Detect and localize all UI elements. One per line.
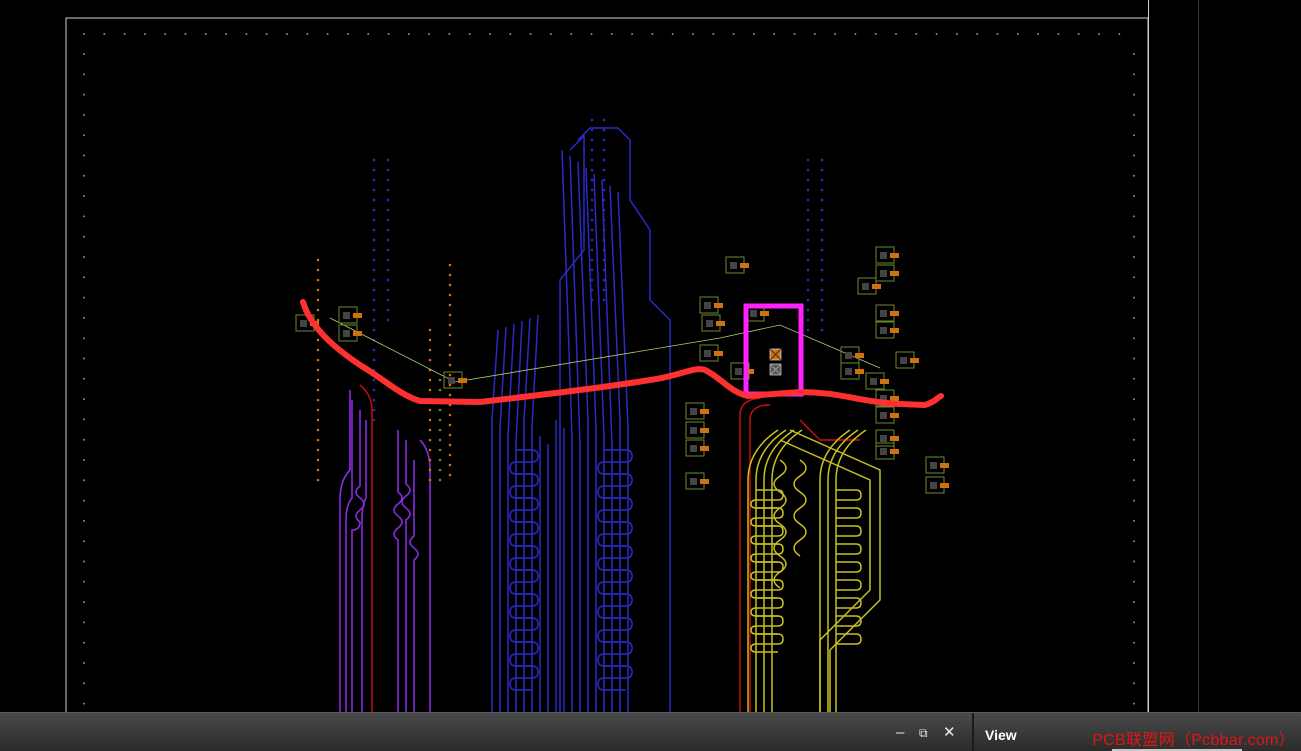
bottom-panel-bar: – ⧉ ✕ View PCB联盟网（Pcbbar.com）	[0, 712, 1301, 751]
panel-separator	[972, 713, 974, 751]
watermark-text: PCB联盟网（Pcbbar.com）	[1092, 732, 1295, 749]
board-right-edge	[1148, 0, 1149, 712]
close-icon[interactable]: ✕	[943, 725, 956, 740]
restore-icon[interactable]: ⧉	[919, 726, 928, 741]
selected-component[interactable]	[769, 348, 782, 376]
pcb-canvas[interactable]	[0, 0, 1301, 712]
panel-divider	[1198, 0, 1199, 712]
blue-trace-bundle	[491, 127, 671, 712]
ratsnest-lines	[329, 317, 881, 383]
view-tab[interactable]: View	[985, 727, 1017, 743]
minimize-icon[interactable]: –	[896, 725, 904, 740]
red-trace-bundle	[359, 384, 860, 712]
board-view[interactable]	[0, 0, 1301, 712]
board-outline	[65, 17, 1149, 712]
yellow-trace-bundle	[747, 429, 881, 712]
purple-trace-bundle	[339, 390, 431, 712]
